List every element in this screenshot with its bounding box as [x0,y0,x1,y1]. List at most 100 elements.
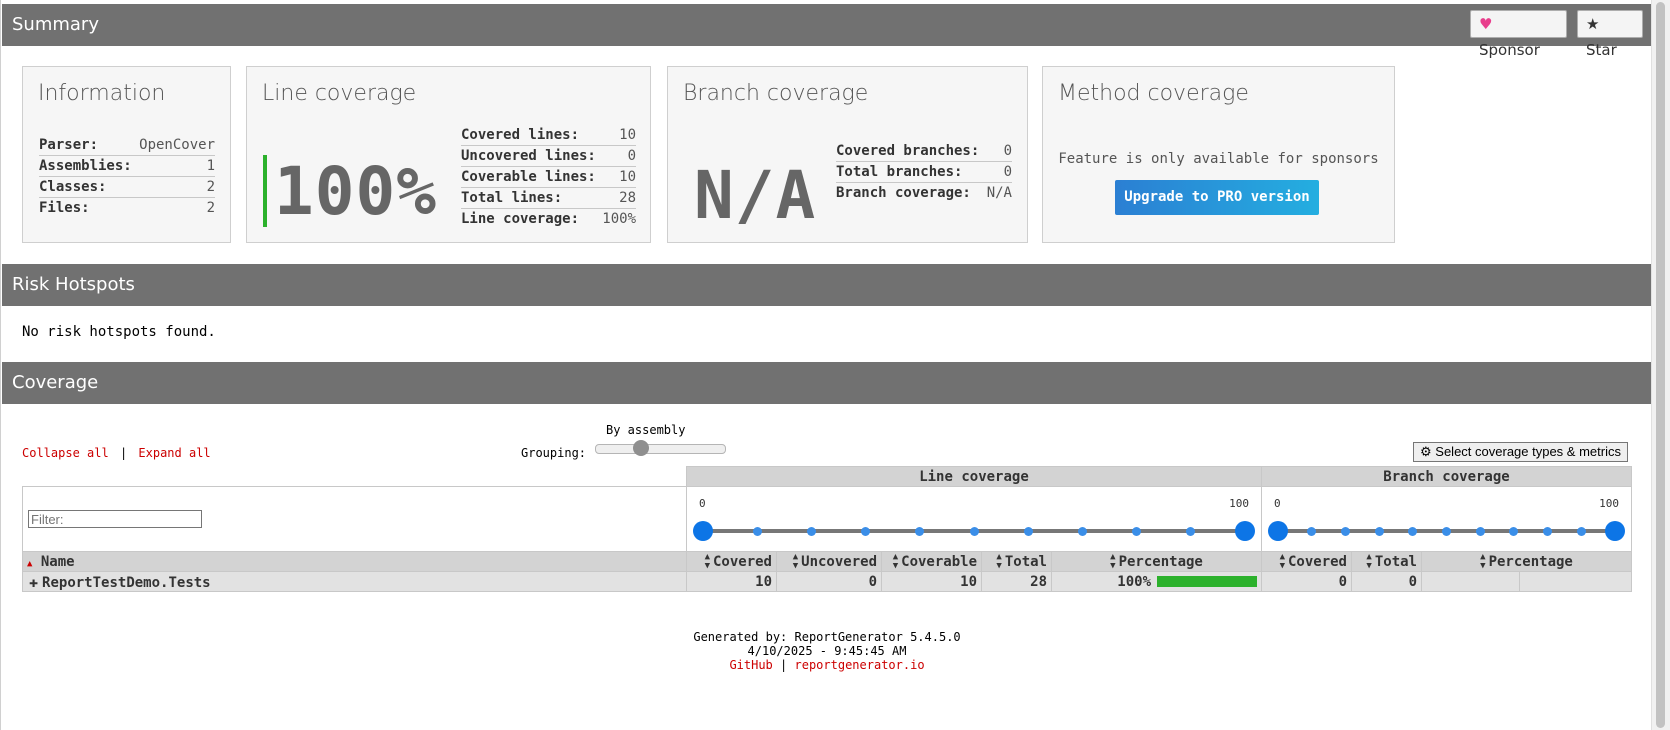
row-percentage-cell: 100% [1051,571,1262,592]
expand-plus-icon[interactable]: ✚ [29,573,38,591]
range-tick-dot [861,527,871,536]
range-tick-dot [1543,527,1553,536]
branch-coverage-group-header: Branch coverage [1261,466,1632,487]
sort-icon: ▲ ▼ [1366,551,1372,571]
collapse-all-link[interactable]: Collapse all [22,446,109,460]
row-branch-percentage-bar [1519,571,1632,592]
grouping-slider-thumb[interactable] [633,440,650,456]
summary-header: Summary ♥ Sponsor ★ Star [2,4,1653,59]
row-branch-total: 0 [1351,571,1422,592]
range-tick-dot [1340,527,1350,536]
reportgenerator-link[interactable]: reportgenerator.io [795,658,925,672]
branch-coverage-card: Branch coverage N/A Covered branches: 0 T… [667,66,1028,243]
risk-hotspots-message: No risk hotspots found. [22,324,216,340]
sponsor-button[interactable]: ♥ Sponsor [1470,10,1567,59]
branch-row-total: Total branches: 0 [836,162,1012,183]
coverage-indicator-bar [263,155,267,227]
col-percentage-header[interactable]: ▲ ▼ Percentage [1051,551,1262,572]
information-title: Information [38,81,166,106]
coverage-progress-bar [1157,576,1257,587]
line-coverage-percent: 100% [274,153,437,230]
risk-hotspots-title: Risk Hotspots [12,274,135,295]
line-coverage-card: Line coverage 100% Covered lines: 10 Unco… [246,66,651,243]
link-separator: | [119,446,128,460]
coverage-table: Line coverage Branch coverage 0 100 0 10… [22,466,1632,592]
sort-icon: ▲ ▼ [704,551,710,571]
col-branch-total-header[interactable]: ▲ ▼ Total [1351,551,1422,572]
summary-title: Summary [12,14,99,35]
sort-icon: ▲ ▼ [996,551,1002,571]
line-coverage-range-slider[interactable]: 0 100 [687,487,1261,551]
risk-hotspots-header: Risk Hotspots [2,264,1653,306]
range-tick-dot [1475,527,1485,536]
range-tick-dot [806,527,816,536]
line-row-total: Total lines: 28 [461,188,636,209]
method-coverage-card: Method coverage Feature is only availabl… [1042,66,1395,243]
col-uncovered-header[interactable]: ▲ ▼ Uncovered [776,551,882,572]
grouping-value: By assembly [606,423,686,437]
range-tick-dot [752,527,762,536]
info-row-parser: Parser: OpenCover [39,135,215,156]
filter-cell [22,486,687,552]
grouping-slider[interactable] [595,440,726,456]
range-tick-dot [1509,527,1519,536]
select-metrics-label: Select coverage types & metrics [1435,444,1621,459]
line-coverage-table: Covered lines: 10 Uncovered lines: 0 Cover… [461,125,636,229]
sort-icon: ▲ ▼ [892,551,899,571]
expand-collapse-controls: Collapse all | Expand all [22,446,211,460]
info-row-classes: Classes: 2 [39,177,215,198]
table-row[interactable]: ✚ ReportTestDemo.Tests 10 0 10 28 100% 0 … [22,571,1632,592]
col-branch-covered-header[interactable]: ▲ ▼ Covered [1261,551,1352,572]
branch-coverage-value: N/A [694,157,817,234]
range-tick-dot [1374,527,1384,536]
range-tick-dot [1186,527,1196,536]
vertical-scrollbar[interactable] [1651,0,1670,730]
row-covered: 10 [686,571,777,592]
range-tick-dot [1408,527,1418,536]
branch-coverage-range-slider[interactable]: 0 100 [1262,487,1631,551]
star-button[interactable]: ★ Star [1577,10,1643,59]
range-max-handle[interactable] [1605,521,1625,541]
line-row-coverable: Coverable lines: 10 [461,167,636,188]
line-coverage-group-header: Line coverage [686,466,1262,487]
information-card: Information Parser: OpenCover Assemblies:… [22,66,231,243]
line-row-covered: Covered lines: 10 [461,125,636,146]
footer: Generated by: ReportGenerator 5.4.5.0 4/… [1,630,1653,672]
col-name-header[interactable]: ▲ Name [22,551,687,572]
info-row-files: Files: 2 [39,200,215,216]
row-branch-covered: 0 [1261,571,1352,592]
filter-input[interactable] [28,510,202,528]
row-percentage: 100% [1117,573,1151,590]
scrollbar-thumb[interactable] [1656,2,1665,728]
info-row-assemblies: Assemblies: 1 [39,156,215,177]
range-tick-dot [969,527,979,536]
range-min-handle[interactable] [693,521,713,541]
col-branch-percentage-header[interactable]: ▲ ▼ Percentage [1421,551,1632,572]
upgrade-button[interactable]: Upgrade to PRO version [1115,180,1319,215]
range-tick-dot [1442,527,1451,536]
select-metrics-button[interactable]: ⚙ Select coverage types & metrics [1413,442,1628,462]
method-coverage-title: Method coverage [1058,81,1249,106]
col-total-header[interactable]: ▲ ▼ Total [981,551,1052,572]
gear-icon: ⚙ [1420,444,1432,459]
line-coverage-range-cell: 0 100 [686,486,1262,552]
line-range-min: 0 [699,497,706,510]
sort-icon: ▲ ▼ [1480,551,1486,571]
branch-coverage-table: Covered branches: 0 Total branches: 0 Bran… [836,141,1012,203]
col-coverable-header[interactable]: ▲ ▼ Coverable [881,551,982,572]
sort-asc-icon: ▲ [27,558,33,569]
line-coverage-title: Line coverage [262,81,417,106]
branch-coverage-title: Branch coverage [683,81,869,106]
github-link[interactable]: GitHub [729,658,772,672]
row-name-cell[interactable]: ✚ ReportTestDemo.Tests [22,571,687,592]
branch-range-max: 100 [1599,497,1619,510]
branch-coverage-range-cell: 0 100 [1261,486,1632,552]
expand-all-link[interactable]: Expand all [138,446,210,460]
range-max-handle[interactable] [1235,521,1255,541]
range-min-handle[interactable] [1268,521,1288,541]
branch-row-covered: Covered branches: 0 [836,141,1012,162]
footer-links: GitHub | reportgenerator.io [1,658,1653,672]
report-page: Summary ♥ Sponsor ★ Star Information Par… [0,0,1653,730]
range-tick-dot [1077,527,1087,536]
col-covered-header[interactable]: ▲ ▼ Covered [686,551,777,572]
